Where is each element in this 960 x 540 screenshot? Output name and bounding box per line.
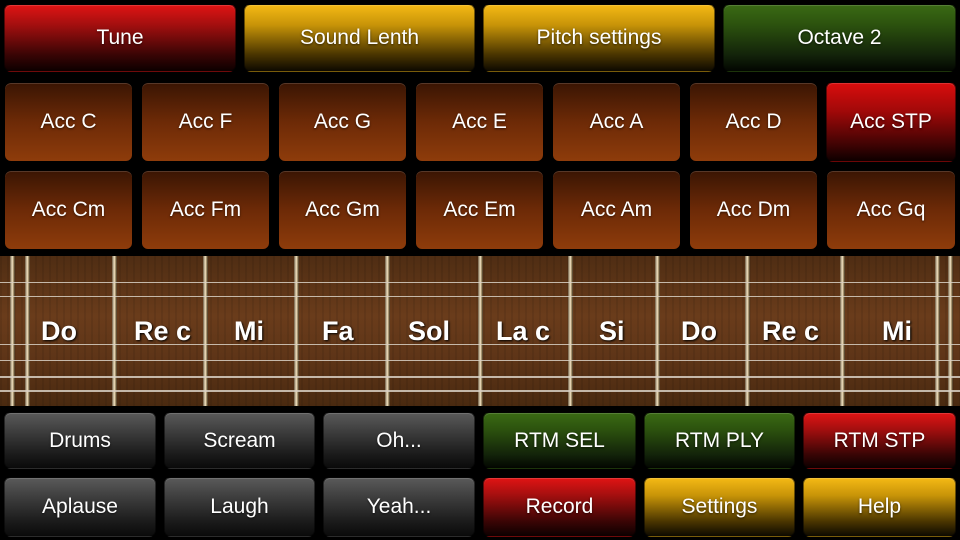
rhythm-select-button[interactable]: RTM SEL	[483, 412, 636, 469]
settings-button[interactable]: Settings	[644, 477, 795, 537]
fret	[112, 256, 117, 406]
note-label-si[interactable]: Si	[599, 316, 625, 347]
oh-button[interactable]: Oh...	[323, 412, 475, 469]
chord-button-fm[interactable]: Acc Fm	[141, 170, 270, 250]
note-label-mi[interactable]: Mi	[882, 316, 912, 347]
chord-button-f[interactable]: Acc F	[141, 82, 270, 162]
record-button[interactable]: Record	[483, 477, 636, 537]
fret	[568, 256, 573, 406]
guitar-string	[0, 376, 960, 378]
fret	[25, 256, 30, 406]
chord-button-d[interactable]: Acc D	[689, 82, 818, 162]
rhythm-play-button[interactable]: RTM PLY	[644, 412, 795, 469]
chord-button-a[interactable]: Acc A	[552, 82, 681, 162]
applause-button[interactable]: Aplause	[4, 477, 156, 537]
note-label-re[interactable]: Re c	[762, 316, 819, 347]
fret	[948, 256, 953, 406]
fret	[294, 256, 299, 406]
fret	[745, 256, 750, 406]
chord-button-em[interactable]: Acc Em	[415, 170, 544, 250]
note-label-do[interactable]: Do	[681, 316, 717, 347]
chord-button-am[interactable]: Acc Am	[552, 170, 681, 250]
fret	[478, 256, 483, 406]
fret	[10, 256, 15, 406]
guitar-fretboard[interactable]: Do Re c Mi Fa Sol La c Si Do Re c Mi	[0, 256, 960, 406]
pitch-settings-button[interactable]: Pitch settings	[483, 4, 715, 72]
chord-button-gm[interactable]: Acc Gm	[278, 170, 407, 250]
fret	[840, 256, 845, 406]
chord-button-g[interactable]: Acc G	[278, 82, 407, 162]
guitar-string	[0, 390, 960, 392]
guitar-string	[0, 282, 960, 283]
note-label-do[interactable]: Do	[41, 316, 77, 347]
note-label-fa[interactable]: Fa	[322, 316, 354, 347]
octave-button[interactable]: Octave 2	[723, 4, 956, 72]
sound-length-button[interactable]: Sound Lenth	[244, 4, 475, 72]
fret	[385, 256, 390, 406]
note-label-sol[interactable]: Sol	[408, 316, 450, 347]
fret	[655, 256, 660, 406]
guitar-string	[0, 360, 960, 361]
rhythm-stop-button[interactable]: RTM STP	[803, 412, 956, 469]
chord-stop-button[interactable]: Acc STP	[826, 82, 956, 162]
chord-button-e[interactable]: Acc E	[415, 82, 544, 162]
tune-button[interactable]: Tune	[4, 4, 236, 72]
chord-button-cm[interactable]: Acc Cm	[4, 170, 133, 250]
note-label-mi[interactable]: Mi	[234, 316, 264, 347]
help-button[interactable]: Help	[803, 477, 956, 537]
chord-button-gq[interactable]: Acc Gq	[826, 170, 956, 250]
note-label-re[interactable]: Re c	[134, 316, 191, 347]
guitar-string	[0, 296, 960, 297]
chord-button-dm[interactable]: Acc Dm	[689, 170, 818, 250]
yeah-button[interactable]: Yeah...	[323, 477, 475, 537]
drums-button[interactable]: Drums	[4, 412, 156, 469]
note-label-la[interactable]: La c	[496, 316, 550, 347]
laugh-button[interactable]: Laugh	[164, 477, 315, 537]
fret	[203, 256, 208, 406]
fret	[935, 256, 940, 406]
scream-button[interactable]: Scream	[164, 412, 315, 469]
chord-button-c[interactable]: Acc C	[4, 82, 133, 162]
